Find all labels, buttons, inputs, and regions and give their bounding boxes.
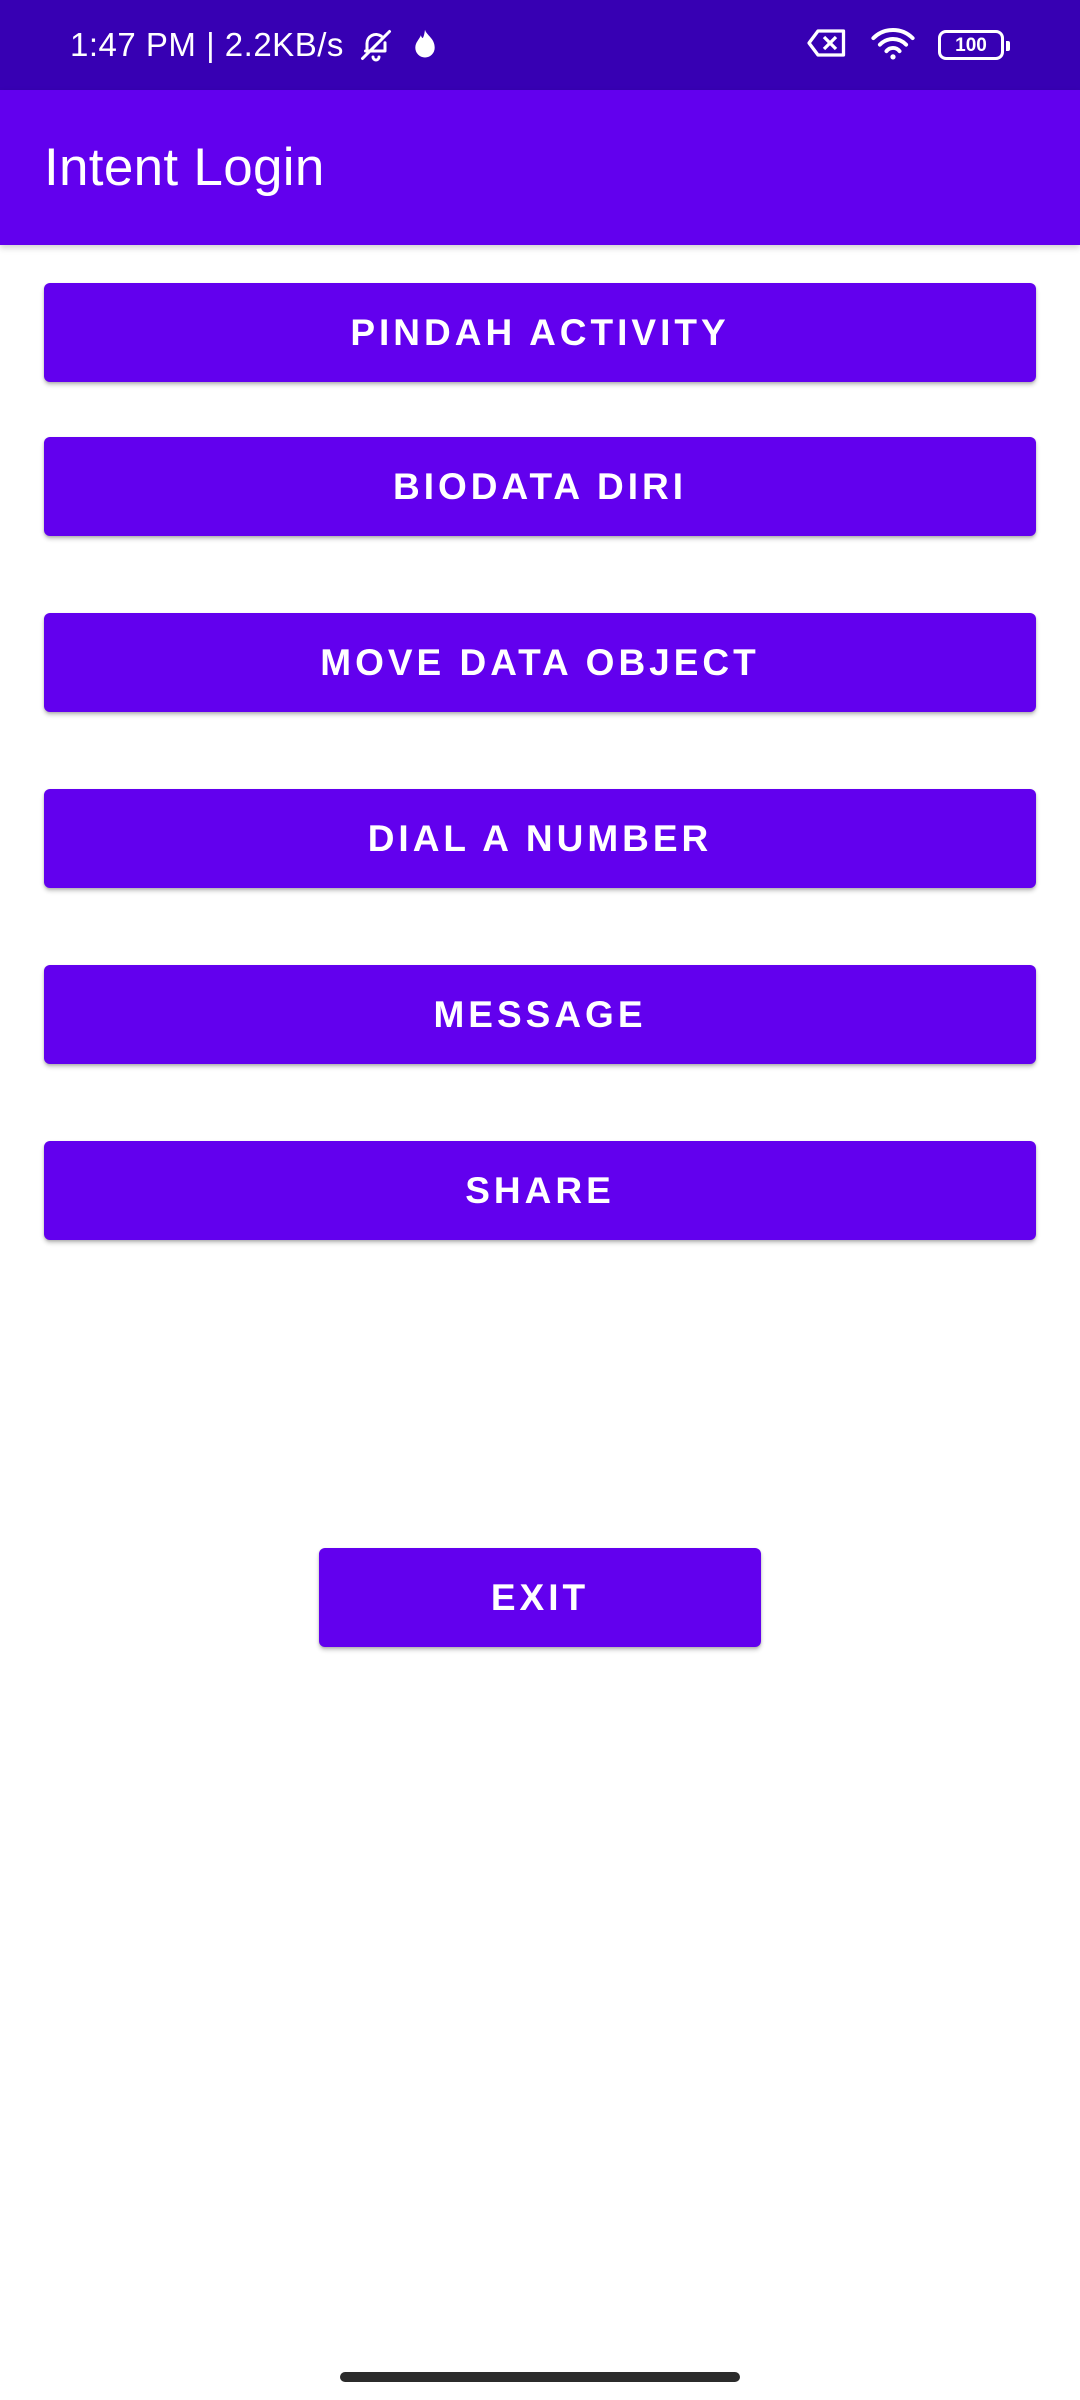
home-indicator[interactable] <box>340 2372 740 2382</box>
flame-icon <box>408 27 442 63</box>
bell-off-icon <box>358 27 394 63</box>
screen: 1:47 PM | 2.2KB/s 100 Intent Login PINDA… <box>0 0 1080 2400</box>
dial-a-number-button[interactable]: DIAL A NUMBER <box>44 789 1036 888</box>
biodata-diri-button[interactable]: BIODATA DIRI <box>44 437 1036 536</box>
battery-level: 100 <box>955 34 987 56</box>
wifi-icon <box>870 25 916 66</box>
message-button[interactable]: MESSAGE <box>44 965 1036 1064</box>
page-title: Intent Login <box>44 138 325 197</box>
battery-icon: 100 <box>938 30 1010 60</box>
status-time-speed: 1:47 PM | 2.2KB/s <box>70 26 344 63</box>
exit-button[interactable]: EXIT <box>319 1548 761 1647</box>
status-right: 100 <box>806 0 1010 90</box>
pindah-activity-button[interactable]: PINDAH ACTIVITY <box>44 283 1036 382</box>
share-button[interactable]: SHARE <box>44 1141 1036 1240</box>
app-bar: Intent Login <box>0 90 1080 245</box>
status-bar: 1:47 PM | 2.2KB/s 100 <box>0 0 1080 90</box>
sim-x-icon <box>806 27 848 64</box>
move-data-object-button[interactable]: MOVE DATA OBJECT <box>44 613 1036 712</box>
status-left: 1:47 PM | 2.2KB/s <box>70 0 442 90</box>
